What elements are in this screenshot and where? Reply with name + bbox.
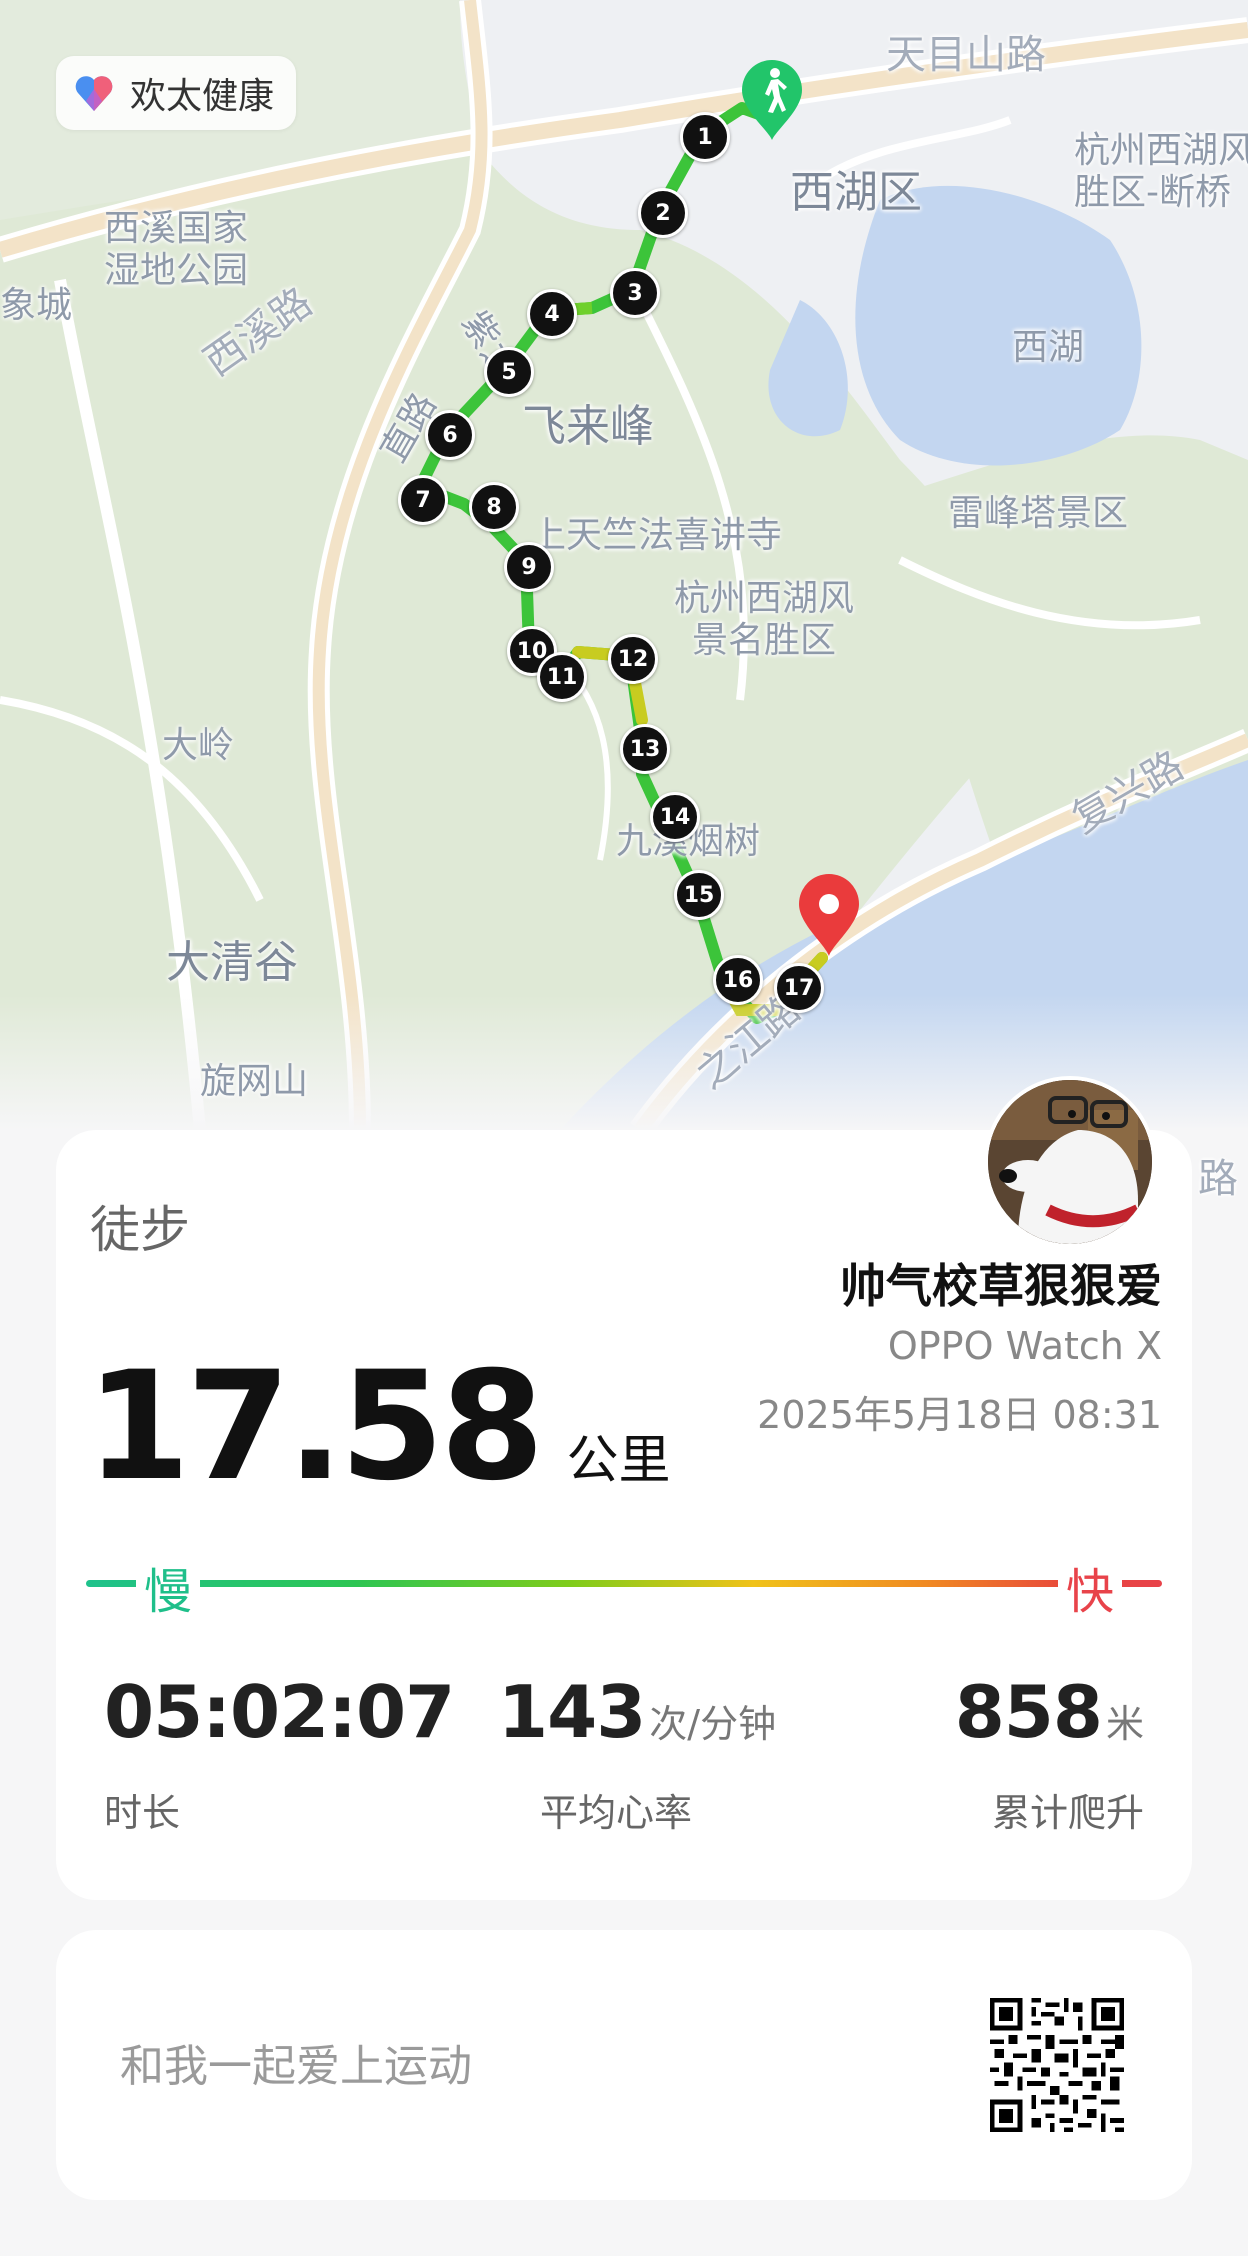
duration-value: 05:02:07 bbox=[104, 1670, 455, 1754]
climb-value: 858 bbox=[954, 1670, 1103, 1754]
map-label-tianmushan-road: 天目山路 bbox=[886, 32, 1046, 78]
km-marker[interactable]: 4 bbox=[527, 289, 577, 339]
km-marker[interactable]: 3 bbox=[610, 268, 660, 318]
km-marker[interactable]: 5 bbox=[484, 347, 534, 397]
pace-slow-label: 慢 bbox=[136, 1552, 201, 1622]
app-brand-badge: 欢太健康 bbox=[56, 56, 297, 130]
map-label-xixi-wetland: 西溪国家 湿地公园 bbox=[104, 208, 249, 291]
pace-legend: 慢 快 bbox=[86, 1552, 1162, 1622]
avatar[interactable] bbox=[984, 1076, 1156, 1248]
qr-code-icon[interactable] bbox=[990, 1998, 1124, 2132]
user-name: 帅气校草狠狠爱 bbox=[840, 1259, 1162, 1313]
walking-person-icon bbox=[738, 58, 806, 142]
duration-label: 时长 bbox=[104, 1791, 181, 1835]
map-label-xiangcheng: 象城 bbox=[0, 285, 73, 326]
km-marker[interactable]: 13 bbox=[620, 724, 670, 774]
map-label-edge-road: 路 bbox=[1198, 1156, 1238, 1202]
workout-datetime: 2025年5月18日 08:31 bbox=[757, 1393, 1162, 1437]
km-marker[interactable]: 15 bbox=[674, 870, 724, 920]
heart-rate-label: 平均心率 bbox=[540, 1791, 693, 1835]
share-slogan: 和我一起爱上运动 bbox=[120, 2041, 472, 2092]
heart-rate-unit: 次/分钟 bbox=[649, 1702, 777, 1746]
map-label-leifeng: 雷峰塔景区 bbox=[948, 493, 1129, 534]
map-label-xuanwangshan: 旋网山 bbox=[200, 1061, 309, 1102]
app-name: 欢太健康 bbox=[130, 76, 275, 117]
sport-type: 徒步 bbox=[90, 1201, 190, 1259]
location-pin-icon bbox=[796, 872, 862, 958]
map-label-xihu-lake: 西湖 bbox=[1012, 327, 1085, 368]
map-label-scenic-duanqiao: 杭州西湖风 胜区-断桥 bbox=[1074, 130, 1248, 213]
stat-duration: 05:02:07 时长 bbox=[104, 1670, 455, 1837]
stat-climb: 858 米 累计爬升 bbox=[955, 1670, 1144, 1837]
km-marker[interactable]: 8 bbox=[469, 482, 519, 532]
workout-summary-card: 徒步 帅气校草狠狠爱 OPPO Watch X 2025年5月18日 08:31… bbox=[56, 1076, 1192, 1900]
km-marker[interactable]: 9 bbox=[504, 542, 554, 592]
pace-gradient-bar bbox=[86, 1580, 1162, 1587]
km-marker[interactable]: 7 bbox=[398, 475, 448, 525]
km-marker[interactable]: 1 bbox=[680, 112, 730, 162]
map-label-daqinggu: 大清谷 bbox=[166, 937, 298, 988]
distance-value: 17.58 bbox=[86, 1340, 544, 1514]
climb-label: 累计爬升 bbox=[991, 1791, 1144, 1835]
km-marker[interactable]: 2 bbox=[638, 188, 688, 238]
distance-display: 17.58 公里 bbox=[86, 1340, 670, 1514]
share-card: 和我一起爱上运动 bbox=[56, 1930, 1192, 2200]
km-marker[interactable]: 6 bbox=[425, 410, 475, 460]
km-marker[interactable]: 14 bbox=[650, 792, 700, 842]
map-label-shangtianzhu: 上天竺法喜讲寺 bbox=[530, 515, 783, 556]
route-map[interactable]: 天目山路 西湖区 杭州西湖风 胜区-断桥 西溪国家 湿地公园 西溪路 象城 西湖… bbox=[0, 0, 1248, 1202]
map-label-feilaifeng: 飞来峰 bbox=[522, 401, 654, 452]
km-marker[interactable]: 11 bbox=[537, 652, 587, 702]
km-marker[interactable]: 12 bbox=[608, 634, 658, 684]
heart-icon bbox=[72, 71, 116, 115]
distance-unit: 公里 bbox=[566, 1431, 671, 1491]
km-marker[interactable]: 17 bbox=[774, 963, 824, 1013]
map-label-daling: 大岭 bbox=[162, 725, 235, 766]
km-marker[interactable]: 16 bbox=[713, 955, 763, 1005]
climb-unit: 米 bbox=[1105, 1702, 1144, 1746]
stat-heart-rate: 143 次/分钟 平均心率 bbox=[498, 1670, 776, 1837]
pace-fast-label: 快 bbox=[1057, 1552, 1122, 1622]
map-label-scenic-area: 杭州西湖风 景名胜区 bbox=[674, 578, 855, 661]
map-label-xihu-district: 西湖区 bbox=[790, 167, 922, 218]
device-name: OPPO Watch X bbox=[887, 1324, 1162, 1368]
heart-rate-value: 143 bbox=[498, 1670, 646, 1754]
